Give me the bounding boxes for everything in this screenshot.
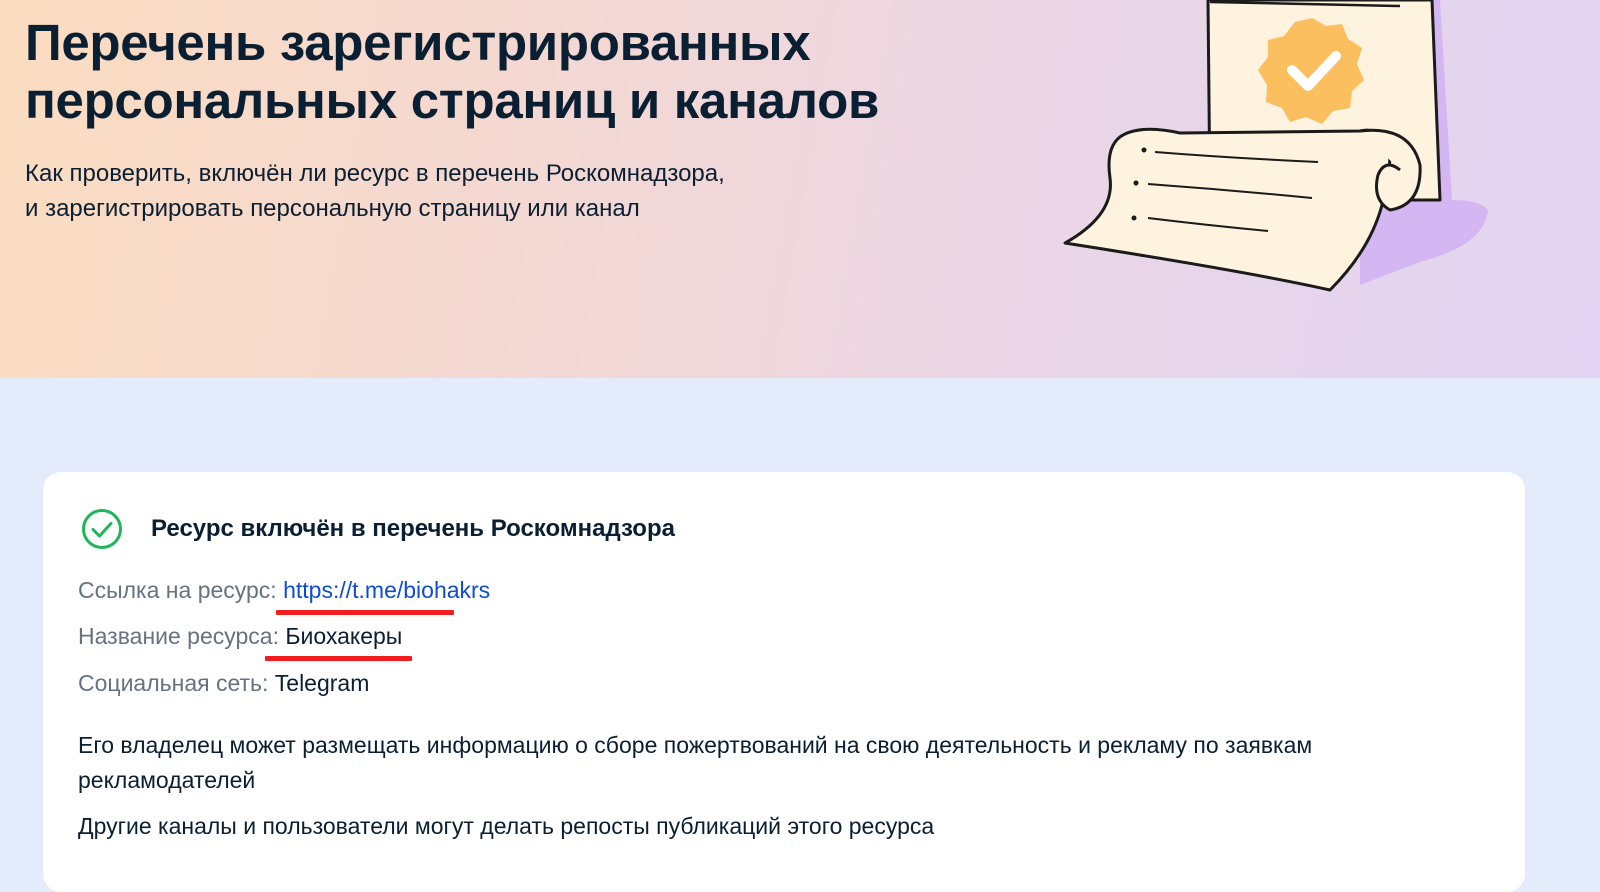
- resource-name-label: Название ресурса:: [78, 623, 279, 649]
- status-row: Ресурс включён в перечень Роскомнадзора: [81, 508, 675, 550]
- donations-ads-paragraph: Его владелец может размещать информацию …: [78, 732, 1313, 793]
- hero-banner: Перечень зарегистрированных персональных…: [0, 0, 1600, 378]
- resource-name-row: Название ресурса: Биохакеры: [78, 622, 402, 650]
- page-title-line-1: Перечень зарегистрированных: [25, 14, 811, 71]
- social-network-label: Социальная сеть:: [78, 670, 269, 696]
- social-network-value: Telegram: [274, 670, 370, 696]
- check-result-card: Ресурс включён в перечень Роскомнадзора …: [43, 472, 1525, 892]
- resource-name-value: Биохакеры: [285, 623, 403, 649]
- social-network-row: Социальная сеть: Telegram: [78, 669, 369, 697]
- reposts-paragraph: Другие каналы и пользователи могут делат…: [78, 813, 935, 839]
- resource-link-label: Ссылка на ресурс:: [78, 577, 277, 603]
- page-subtitle: Как проверить, включён ли ресурс в переч…: [25, 156, 905, 226]
- page-subtitle-line-2: и зарегистрировать персональную страницу…: [25, 195, 640, 222]
- page-title: Перечень зарегистрированных персональных…: [25, 14, 925, 130]
- highlight-underline-link: [276, 610, 454, 615]
- status-title: Ресурс включён в перечень Роскомнадзора: [151, 515, 675, 542]
- highlight-underline-name: [265, 656, 412, 661]
- resource-link-row: Ссылка на ресурс: https://t.me/biohakrs: [78, 576, 490, 604]
- page-subtitle-line-1: Как проверить, включён ли ресурс в переч…: [25, 160, 725, 187]
- page-title-line-2: персональных страниц и каналов: [25, 72, 879, 129]
- resource-link[interactable]: https://t.me/biohakrs: [283, 577, 490, 603]
- document-scroll-badge-icon: [1063, 0, 1488, 292]
- check-circle-icon: [82, 509, 122, 549]
